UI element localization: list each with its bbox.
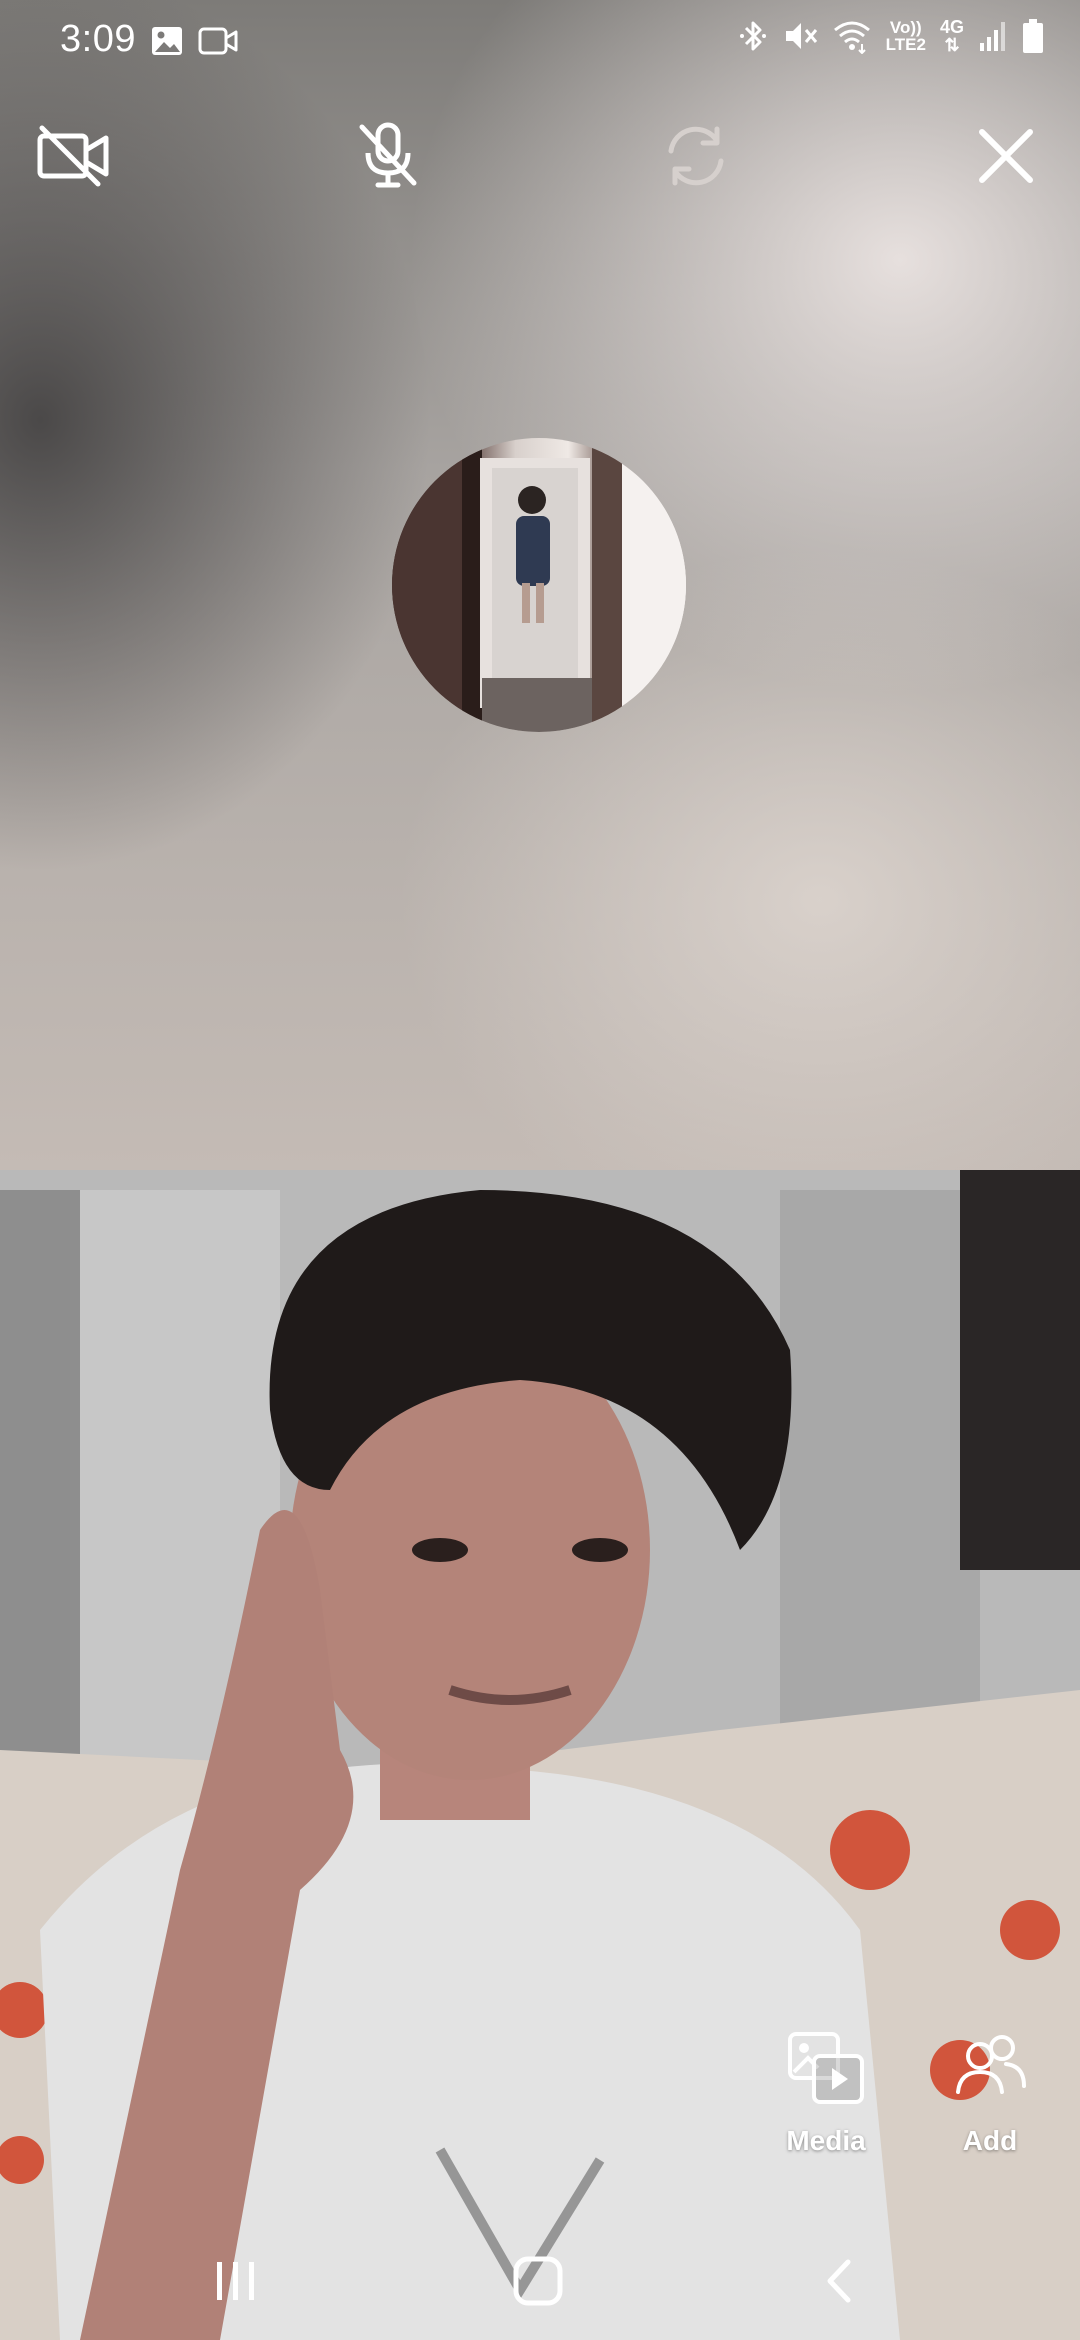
status-time: 3:09 [60, 18, 136, 60]
network-4g-indicator: 4G ⇅ [940, 18, 964, 54]
media-label: Media [786, 2125, 866, 2156]
add-people-icon [950, 2030, 1030, 2111]
signal-icon [978, 19, 1008, 53]
video-recorder-icon [198, 24, 238, 58]
volte-line1: Vo)) [889, 18, 922, 37]
media-button[interactable]: Media [766, 2030, 886, 2157]
recents-button[interactable] [196, 2248, 276, 2318]
camera-off-icon [36, 122, 112, 195]
add-participant-button[interactable]: Add [930, 2030, 1050, 2157]
home-icon [510, 2253, 566, 2314]
avatar[interactable] [392, 438, 686, 732]
camera-off-button[interactable] [34, 118, 114, 198]
add-label: Add [962, 2125, 1018, 2156]
self-video-area [0, 1170, 1080, 2340]
wifi-icon [832, 18, 872, 54]
close-icon [976, 126, 1036, 191]
flip-camera-button[interactable] [656, 118, 736, 198]
remote-video-area: 3:09 Vo)) LTE2 4G ⇅ [0, 0, 1080, 1170]
media-icon [786, 2030, 866, 2111]
back-icon [820, 2256, 860, 2311]
gallery-icon [150, 24, 184, 58]
end-call-button[interactable] [966, 118, 1046, 198]
flip-camera-icon [661, 121, 731, 196]
volte-indicator: Vo)) LTE2 [886, 19, 926, 53]
home-button[interactable] [498, 2248, 578, 2318]
recents-icon [211, 2256, 261, 2311]
back-button[interactable] [800, 2248, 880, 2318]
bluetooth-icon [738, 18, 768, 54]
mute-icon [782, 18, 818, 54]
mic-off-icon [356, 121, 420, 196]
status-bar: 3:09 Vo)) LTE2 4G ⇅ [0, 0, 1080, 84]
navigation-bar [0, 2220, 1080, 2340]
network-type: 4G [939, 17, 964, 37]
data-arrows-icon: ⇅ [944, 35, 960, 55]
volte-line2: LTE2 [885, 35, 926, 54]
mic-off-button[interactable] [348, 118, 428, 198]
battery-icon [1022, 18, 1044, 54]
